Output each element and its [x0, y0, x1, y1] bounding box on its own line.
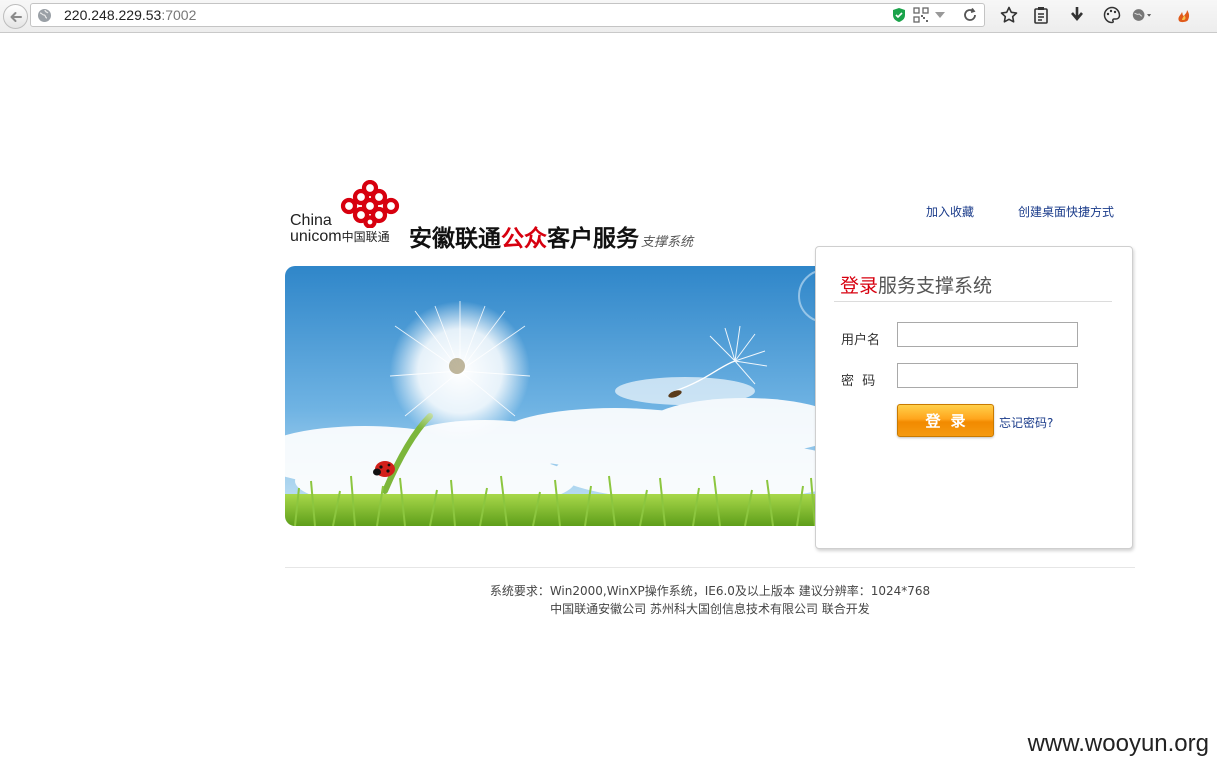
back-button[interactable] — [3, 4, 28, 29]
download-icon[interactable] — [1067, 5, 1087, 25]
china-unicom-logo: China unicom中国联通 — [290, 180, 402, 246]
login-title: 登录服务支撑系统 — [840, 275, 993, 297]
password-input[interactable] — [897, 363, 1078, 388]
forgot-password-link[interactable]: 忘记密码? — [999, 414, 1053, 431]
qr-code-icon[interactable] — [911, 5, 931, 25]
create-shortcut-link[interactable]: 创建桌面快捷方式 — [1018, 203, 1114, 220]
unicom-knot-icon — [340, 180, 400, 228]
url-text: 220.248.229.53:7002 — [64, 7, 197, 23]
shield-icon[interactable] — [889, 5, 909, 25]
reload-icon[interactable] — [960, 5, 980, 25]
logo-text-china: China — [290, 212, 332, 229]
page-title: 安徽联通公众客户服务 支撑系统 — [409, 226, 694, 252]
password-label: 密 码 — [841, 374, 876, 389]
dropdown-arrow-icon[interactable] — [930, 5, 950, 25]
logo-text-unicom: unicom中国联通 — [290, 228, 390, 245]
extension-icon[interactable] — [1174, 5, 1194, 25]
username-input[interactable] — [897, 322, 1078, 347]
globe-icon — [38, 9, 51, 22]
globe-menu-icon[interactable] — [1132, 5, 1152, 25]
footer-developer-credits: 中国联通安徽公司 苏州科大国创信息技术有限公司 联合开发 — [550, 602, 870, 616]
dandelion-banner-image — [285, 266, 820, 526]
login-panel: 登录服务支撑系统 用户名 密 码 登录 忘记密码? — [815, 246, 1133, 549]
reading-list-icon[interactable] — [1031, 5, 1051, 25]
footer-divider — [285, 567, 1135, 568]
login-title-divider — [834, 301, 1112, 302]
username-label: 用户名 — [841, 333, 881, 348]
address-bar[interactable]: 220.248.229.53:7002 — [30, 3, 985, 27]
login-button[interactable]: 登录 — [897, 404, 994, 437]
footer-system-requirements: 系统要求：Win2000,WinXP操作系统，IE6.0及以上版本 建议分辨率：… — [489, 584, 931, 598]
bookmark-star-icon[interactable] — [999, 5, 1019, 25]
palette-icon[interactable] — [1102, 5, 1122, 25]
add-favorite-link[interactable]: 加入收藏 — [926, 203, 974, 220]
browser-toolbar: 220.248.229.53:7002 — [0, 0, 1217, 33]
back-arrow-icon — [10, 11, 22, 22]
watermark-text: www.wooyun.org — [1027, 730, 1209, 757]
